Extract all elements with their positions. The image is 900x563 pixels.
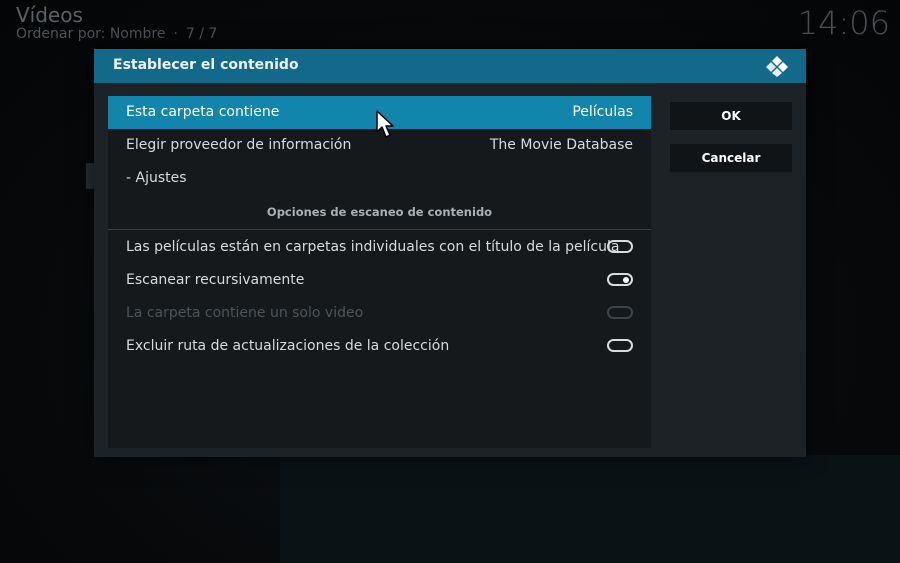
row-label: Elegir proveedor de información: [126, 137, 352, 153]
background-fanart: [280, 455, 900, 563]
side-menu-handle[interactable]: [86, 163, 94, 189]
row-label: Esta carpeta contiene: [126, 104, 280, 120]
settings-list: Esta carpeta contiene Películas Elegir p…: [108, 96, 651, 448]
option-row-exclude-updates[interactable]: Excluir ruta de actualizaciones de la co…: [108, 330, 651, 363]
option-label: Escanear recursivamente: [126, 272, 305, 288]
clock: 14:06: [797, 4, 890, 42]
option-label: Excluir ruta de actualizaciones de la co…: [126, 338, 450, 354]
item-position: 7 / 7: [185, 26, 218, 42]
section-title: Opciones de escaneo de contenido: [266, 205, 493, 219]
cancel-button[interactable]: Cancelar: [670, 144, 792, 172]
toggle-knob: [611, 244, 617, 250]
screen: Vídeos Ordenar por: Nombre · 7 / 7 14:06 E…: [0, 0, 900, 563]
section-divider: [108, 229, 651, 230]
ok-button[interactable]: OK: [670, 102, 792, 130]
sort-info: Ordenar por: Nombre · 7 / 7: [16, 26, 217, 42]
toggle-switch: [607, 306, 633, 319]
toggle-knob: [609, 310, 615, 316]
settings-row[interactable]: - Ajustes: [108, 162, 651, 195]
option-label: La carpeta contiene un solo video: [126, 305, 364, 321]
row-value: The Movie Database: [489, 137, 633, 153]
sort-label: Ordenar por: Nombre: [16, 26, 166, 42]
toggle-knob: [623, 276, 629, 283]
dialog-header: Establecer el contenido: [94, 49, 806, 83]
option-row-single-video: La carpeta contiene un solo video: [108, 297, 651, 330]
dialog-title: Establecer el contenido: [113, 57, 299, 73]
window-title: Vídeos: [16, 3, 83, 27]
toggle-switch[interactable]: [607, 339, 633, 352]
option-row-individual-folders[interactable]: Las películas están en carpetas individu…: [108, 231, 651, 264]
row-label: - Ajustes: [126, 170, 187, 186]
kodi-logo-icon: [766, 56, 788, 77]
set-content-dialog: Establecer el contenido Esta carpeta con…: [94, 49, 806, 457]
mouse-pointer-icon: [376, 110, 394, 138]
sort-separator: ·: [173, 26, 178, 42]
option-row-recursive[interactable]: Escanear recursivamente: [108, 264, 651, 297]
row-value: Películas: [572, 104, 633, 120]
toggle-switch[interactable]: [607, 273, 633, 286]
toggle-knob: [611, 343, 617, 349]
option-label: Las películas están en carpetas individu…: [126, 239, 620, 255]
toggle-switch[interactable]: [607, 240, 633, 253]
